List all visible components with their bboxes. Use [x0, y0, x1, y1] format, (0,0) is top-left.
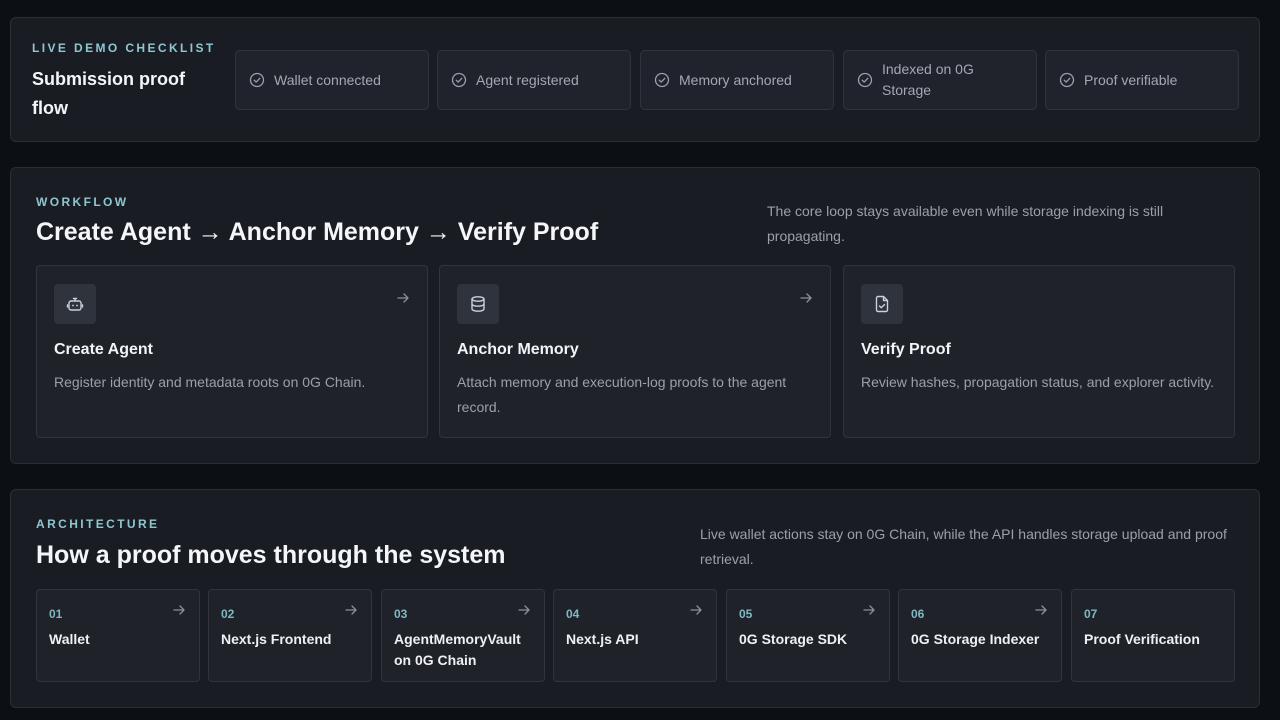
checklist-item-label: Proof verifiable	[1084, 71, 1178, 88]
workflow-card-description: Review hashes, propagation status, and e…	[861, 374, 1215, 390]
checklist-item-memory-anchored: Memory anchored	[640, 50, 834, 110]
checklist-item-wallet-connected: Wallet connected	[235, 50, 429, 110]
arrow-right-icon	[345, 605, 357, 615]
workflow-card-anchor-memory[interactable]: Anchor Memory Attach memory and executio…	[439, 265, 831, 438]
workflow-card-description: Attach memory and execution-log proofs t…	[457, 374, 787, 415]
check-circle-icon	[1059, 72, 1075, 88]
database-icon-box	[457, 284, 499, 324]
architecture-step-storage-sdk[interactable]: 05 0G Storage SDK	[726, 589, 890, 682]
workflow-card-verify-proof[interactable]: Verify Proof Review hashes, propagation …	[843, 265, 1235, 438]
check-circle-icon	[857, 72, 873, 88]
bot-icon-box	[54, 284, 96, 324]
workflow-card-description: Register identity and metadata roots on …	[54, 374, 366, 390]
arrow-right-icon	[518, 605, 530, 615]
step-label: Next.js API	[566, 631, 639, 647]
step-label: Proof Verification	[1084, 631, 1200, 647]
arrow-right-icon	[863, 605, 875, 615]
step-label: 0G Storage SDK	[739, 631, 848, 647]
step-number: 01	[49, 607, 63, 621]
check-circle-icon	[654, 72, 670, 88]
architecture-step-storage-indexer[interactable]: 06 0G Storage Indexer	[898, 589, 1062, 682]
workflow-description: The core loop stays available even while…	[767, 203, 1164, 244]
arrow-right-icon	[690, 605, 702, 615]
checklist-item-label: Memory anchored	[679, 71, 792, 88]
architecture-eyebrow: ARCHITECTURE	[36, 517, 160, 531]
workflow-panel: WORKFLOW Create Agent → Anchor Memory → …	[10, 167, 1260, 464]
checklist-eyebrow: LIVE DEMO CHECKLIST	[32, 41, 216, 55]
step-label: Wallet	[49, 631, 90, 647]
step-number: 03	[394, 607, 408, 621]
architecture-description: Live wallet actions stay on 0G Chain, wh…	[700, 526, 1227, 567]
workflow-eyebrow: WORKFLOW	[36, 195, 129, 209]
file-check-icon	[875, 295, 889, 313]
workflow-card-title: Anchor Memory	[457, 341, 579, 358]
check-circle-icon	[451, 72, 467, 88]
arrow-right-icon	[173, 605, 185, 615]
workflow-card-create-agent[interactable]: Create Agent Register identity and metad…	[36, 265, 428, 438]
architecture-title: How a proof moves through the system	[36, 541, 506, 569]
checklist-item-proof-verifiable: Proof verifiable	[1045, 50, 1239, 110]
bot-icon	[66, 297, 84, 311]
checklist-item-label: Wallet connected	[274, 71, 381, 88]
database-icon	[471, 296, 485, 312]
checklist-title: Submission proof flow	[32, 69, 185, 118]
workflow-card-title: Verify Proof	[861, 341, 951, 358]
step-number: 06	[911, 607, 925, 621]
architecture-step-vault-contract[interactable]: 03 AgentMemoryVault on 0G Chain	[381, 589, 545, 682]
checklist-item-label: Indexed on 0G Storage	[882, 61, 974, 98]
checklist-item-label: Agent registered	[476, 71, 579, 88]
step-number: 07	[1084, 607, 1098, 621]
step-label: AgentMemoryVault on 0G Chain	[394, 631, 521, 668]
arrow-right-icon	[397, 293, 409, 303]
step-label: 0G Storage Indexer	[911, 631, 1040, 647]
step-number: 02	[221, 607, 235, 621]
architecture-step-proof-verification[interactable]: 07 Proof Verification	[1071, 589, 1235, 682]
workflow-title: Create Agent → Anchor Memory → Verify Pr…	[36, 218, 599, 246]
architecture-step-nextjs-api[interactable]: 04 Next.js API	[553, 589, 717, 682]
architecture-panel: ARCHITECTURE How a proof moves through t…	[10, 489, 1260, 708]
checklist-item-agent-registered: Agent registered	[437, 50, 631, 110]
step-number: 04	[566, 607, 580, 621]
workflow-card-title: Create Agent	[54, 341, 153, 358]
arrow-right-icon	[1035, 605, 1047, 615]
architecture-step-nextjs-frontend[interactable]: 02 Next.js Frontend	[208, 589, 372, 682]
step-label: Next.js Frontend	[221, 631, 332, 647]
check-circle-icon	[249, 72, 265, 88]
architecture-step-wallet[interactable]: 01 Wallet	[36, 589, 200, 682]
checklist-item-indexed-on-0g-storage: Indexed on 0G Storage	[843, 50, 1037, 110]
file-check-icon-box	[861, 284, 903, 324]
demo-checklist-panel: LIVE DEMO CHECKLIST Submission proof flo…	[10, 17, 1260, 142]
arrow-right-icon	[800, 293, 812, 303]
step-number: 05	[739, 607, 753, 621]
